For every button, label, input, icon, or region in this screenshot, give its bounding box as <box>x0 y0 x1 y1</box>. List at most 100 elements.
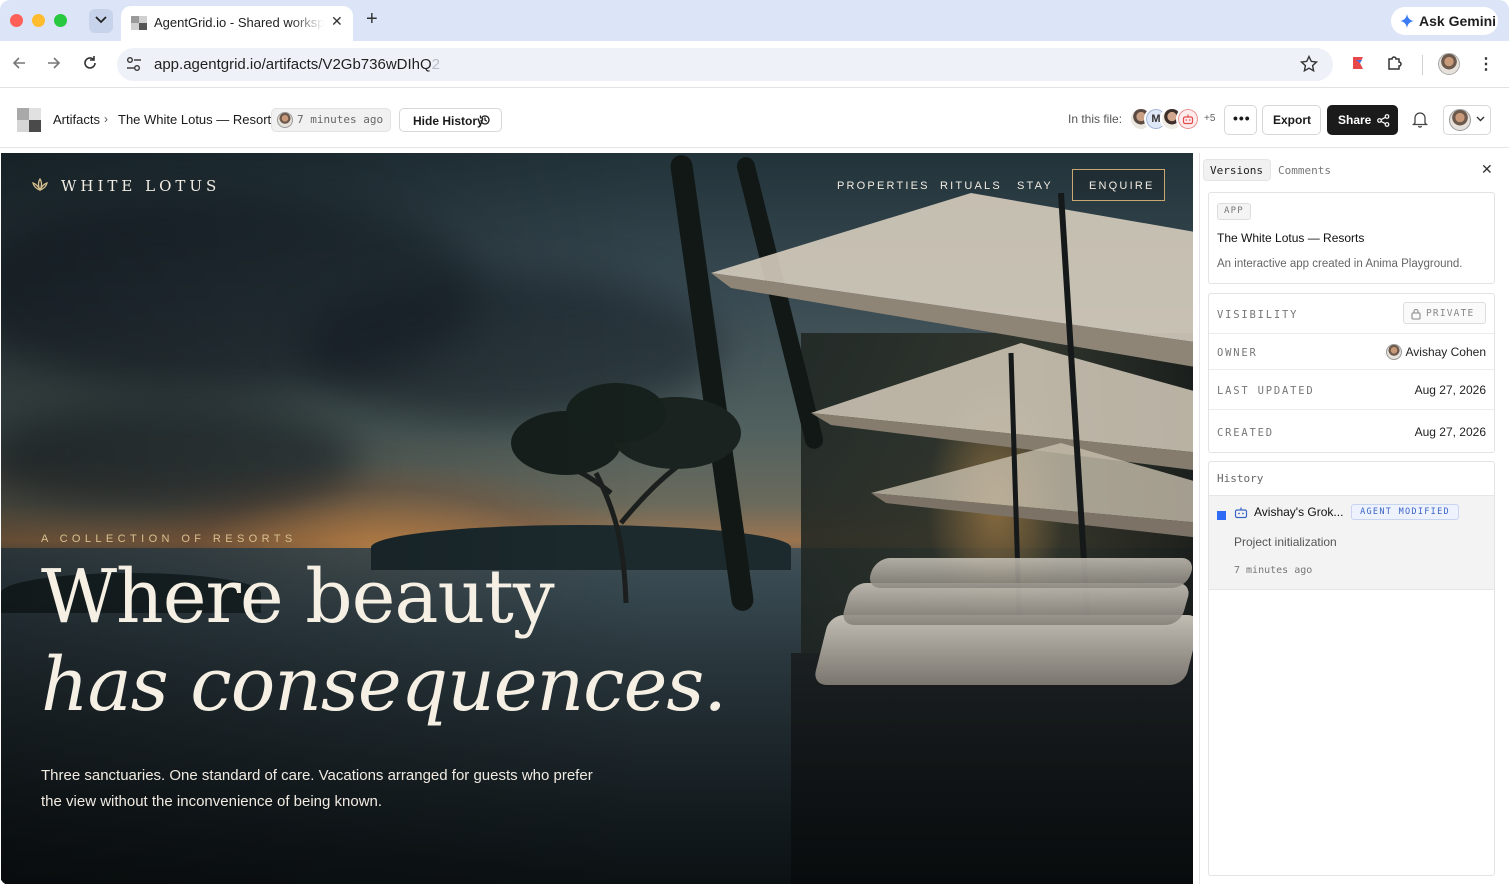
collaborators-more[interactable]: +5 <box>1204 113 1215 124</box>
tab-search-button[interactable] <box>89 9 113 33</box>
last-updated-value: Aug 27, 2026 <box>1414 383 1486 397</box>
url-text: app.agentgrid.io/artifacts/V2Gb736wDIhQ2 <box>154 56 441 73</box>
chevron-down-icon <box>95 16 107 24</box>
app-badge: APP <box>1217 203 1251 220</box>
gemini-sparkle-icon <box>1400 14 1414 28</box>
robot-icon <box>1234 507 1248 519</box>
close-icon[interactable]: ✕ <box>1481 161 1493 178</box>
maximize-window-button[interactable] <box>54 14 67 27</box>
hide-history-button[interactable]: Hide History <box>399 108 502 132</box>
nav-properties[interactable]: PROPERTIES <box>837 180 930 192</box>
avatar <box>1449 109 1471 131</box>
created-row: CREATED Aug 27, 2026 <box>1209 410 1494 453</box>
history-message: Project initialization <box>1234 535 1337 549</box>
tab-strip: AgentGrid.io - Shared workspace ✕ + Ask … <box>0 0 1509 41</box>
tab-comments-label: Comments <box>1278 164 1331 177</box>
export-label: Export <box>1273 113 1312 127</box>
app-logo[interactable] <box>17 108 41 132</box>
star-icon[interactable] <box>1300 55 1318 73</box>
robot-icon <box>1182 114 1194 125</box>
address-bar[interactable]: app.agentgrid.io/artifacts/V2Gb736wDIhQ2 <box>117 48 1333 81</box>
enquire-label: ENQUIRE <box>1089 180 1155 192</box>
breadcrumb-artifacts[interactable]: Artifacts <box>53 112 100 127</box>
share-label: Share <box>1338 113 1372 127</box>
history-title: History <box>1217 472 1264 485</box>
versions-panel: Versions Comments ✕ APP The White Lotus … <box>1199 153 1503 884</box>
favicon-icon <box>131 16 147 30</box>
in-this-file-label: In this file: <box>1068 112 1123 126</box>
hide-history-label: Hide History <box>413 114 484 128</box>
export-button[interactable]: Export <box>1262 105 1321 135</box>
chevron-down-icon <box>1476 116 1485 122</box>
history-item[interactable]: Avishay's Grok... AGENT MODIFIED Project… <box>1209 495 1494 590</box>
tab-title: AgentGrid.io - Shared workspace <box>154 15 324 30</box>
metadata-card: VISIBILITY PRIVATE OWNER Avishay Cohen L… <box>1208 293 1495 453</box>
chevron-right-icon: › <box>104 112 108 126</box>
breadcrumb-current: The White Lotus — Resorts <box>118 112 278 127</box>
user-menu-button[interactable] <box>1443 105 1491 135</box>
visibility-label: VISIBILITY <box>1217 309 1299 321</box>
tab-versions[interactable]: Versions <box>1203 159 1271 181</box>
back-icon[interactable] <box>11 55 27 71</box>
history-time: 7 minutes ago <box>1234 565 1313 576</box>
visibility-badge[interactable]: PRIVATE <box>1403 302 1486 324</box>
app-info-card: APP The White Lotus — Resorts An interac… <box>1208 192 1495 284</box>
close-window-button[interactable] <box>10 14 23 27</box>
created-label: CREATED <box>1217 427 1274 439</box>
visibility-value: PRIVATE <box>1426 308 1475 319</box>
browser-toolbar: app.agentgrid.io/artifacts/V2Gb736wDIhQ2… <box>0 41 1509 88</box>
plus-icon[interactable]: + <box>366 8 378 31</box>
bell-icon[interactable] <box>1412 111 1428 128</box>
updated-time: 7 minutes ago <box>297 113 384 126</box>
history-card: History Avishay's Grok... AGENT MODIFIED… <box>1208 461 1495 876</box>
lotus-icon <box>32 177 48 192</box>
enquire-button[interactable]: ENQUIRE <box>1072 169 1165 201</box>
more-label: ••• <box>1233 110 1251 126</box>
hero-eyebrow: A COLLECTION OF RESORTS <box>41 533 297 545</box>
tab-versions-label: Versions <box>1210 164 1263 177</box>
visibility-row: VISIBILITY PRIVATE <box>1209 294 1494 334</box>
forward-icon[interactable] <box>46 55 62 71</box>
brand-name[interactable]: WHITE LOTUS <box>61 177 220 195</box>
owner-value: Avishay Cohen <box>1405 345 1487 359</box>
nav-rituals[interactable]: RITUALS <box>940 180 1002 192</box>
browser-tab[interactable]: AgentGrid.io - Shared workspace ✕ <box>121 6 353 41</box>
share-button[interactable]: Share <box>1327 105 1398 135</box>
minimize-window-button[interactable] <box>32 14 45 27</box>
created-value: Aug 27, 2026 <box>1414 425 1486 439</box>
browser-window: AgentGrid.io - Shared workspace ✕ + Ask … <box>0 0 1509 885</box>
history-author: Avishay's Grok... <box>1254 505 1344 519</box>
nav-stay[interactable]: STAY <box>1017 180 1053 192</box>
app-description: An interactive app created in Anima Play… <box>1217 258 1463 270</box>
menu-icon[interactable]: ⋮ <box>1478 54 1494 74</box>
puzzle-icon[interactable] <box>1386 54 1404 72</box>
app-title: The White Lotus — Resorts <box>1217 231 1365 245</box>
ask-gemini-button[interactable]: Ask Gemini <box>1391 7 1498 35</box>
extension-icon[interactable] <box>1350 55 1366 71</box>
current-version-marker <box>1217 511 1226 520</box>
more-button[interactable]: ••• <box>1224 105 1257 135</box>
avatar <box>1386 344 1402 360</box>
headline-line-1: Where beauty <box>41 554 555 640</box>
last-updated-row: LAST UPDATED Aug 27, 2026 <box>1209 370 1494 410</box>
history-icon <box>479 115 490 125</box>
close-icon[interactable]: ✕ <box>331 13 343 30</box>
headline-line-2: has consequences. <box>41 642 727 728</box>
lock-icon <box>1411 308 1421 320</box>
reload-icon[interactable] <box>82 55 98 71</box>
artifact-preview: WHITE LOTUS PROPERTIES RITUALS STAY ENQU… <box>1 153 1193 884</box>
site-settings-icon[interactable] <box>125 56 143 72</box>
hero-headline: Where beauty has consequences. <box>41 553 727 729</box>
avatar[interactable] <box>1438 53 1460 75</box>
avatar <box>277 112 293 128</box>
ask-gemini-label: Ask Gemini <box>1419 13 1497 29</box>
agent-modified-badge: AGENT MODIFIED <box>1351 504 1459 520</box>
updated-time-pill: 7 minutes ago <box>271 108 391 132</box>
app-header: Artifacts › The White Lotus — Resorts 7 … <box>0 89 1509 148</box>
agent-avatar[interactable] <box>1176 107 1200 131</box>
hero-subtitle: Three sanctuaries. One standard of care.… <box>41 767 593 810</box>
owner-row: OWNER Avishay Cohen <box>1209 334 1494 370</box>
toolbar-divider <box>1422 55 1423 75</box>
share-icon <box>1377 114 1390 127</box>
last-updated-label: LAST UPDATED <box>1217 385 1315 397</box>
